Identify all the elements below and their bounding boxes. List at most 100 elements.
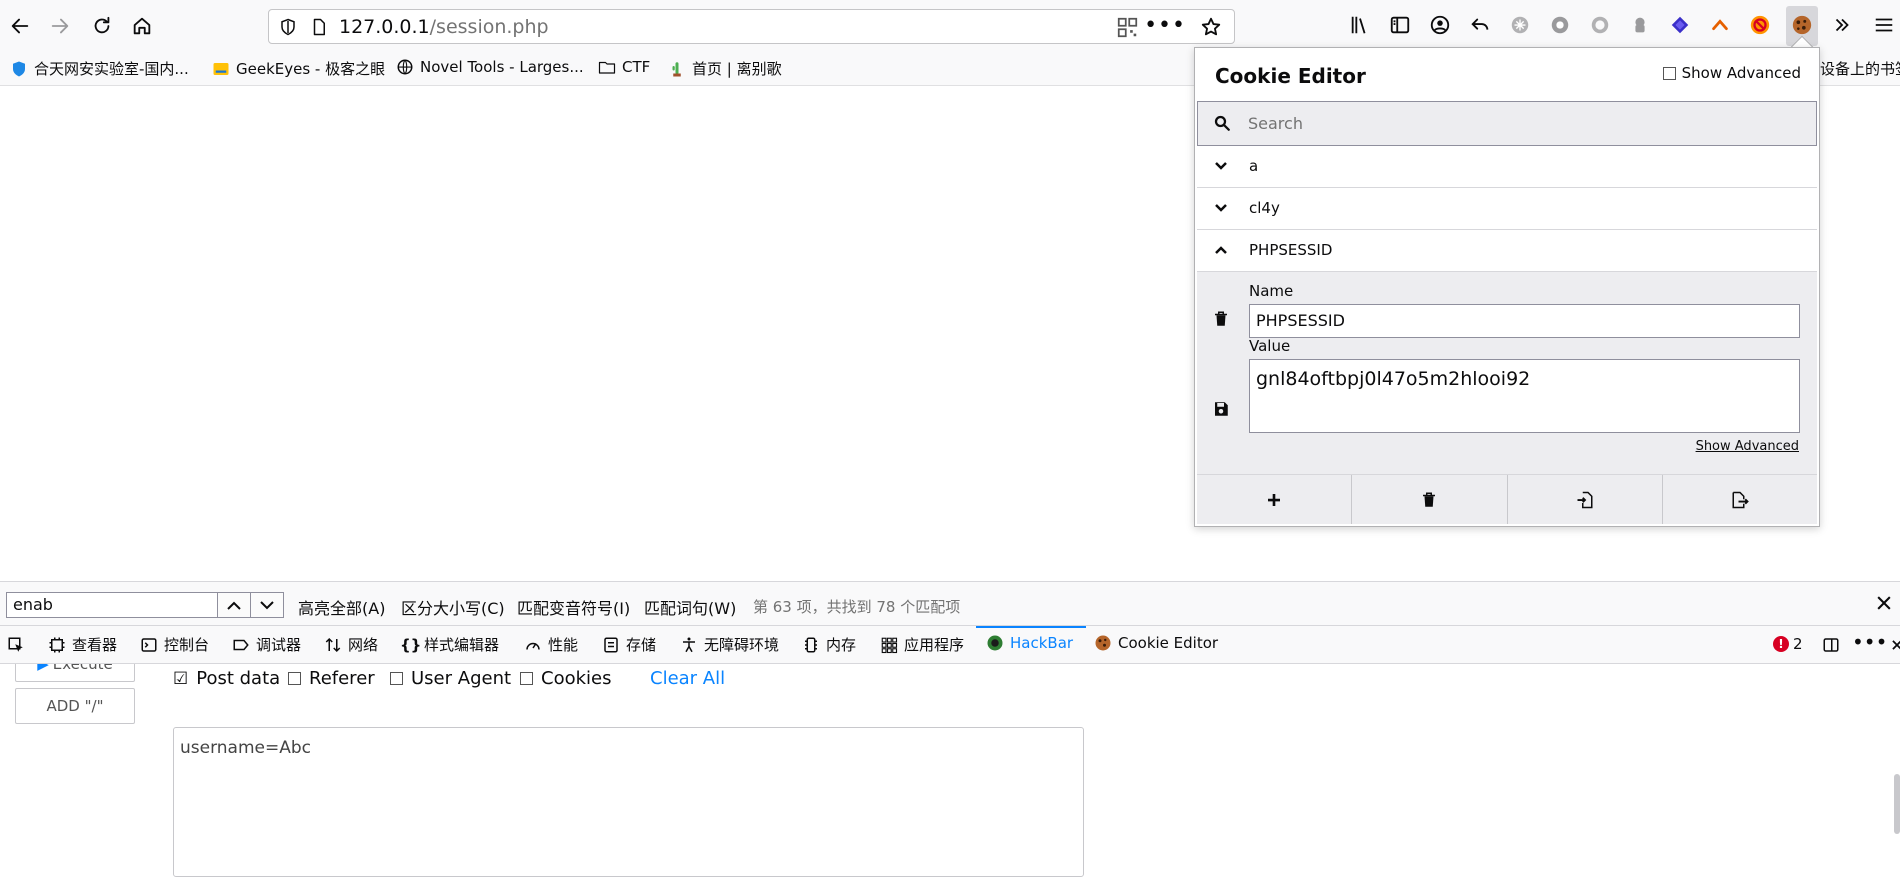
bookmark-geekeyes[interactable]: GeekEyes - 极客之眼 — [212, 58, 385, 79]
match-diacritics-toggle[interactable]: 匹配变音符号(I) — [517, 595, 630, 619]
bookmark-hetian[interactable]: 合天网安实验室-国内... — [10, 58, 189, 79]
hackbar-panel: ▶ Execute ADD "/" ☑ Post data Referer User… — [0, 664, 1900, 891]
library-icon[interactable] — [1348, 13, 1372, 37]
undo-icon[interactable] — [1468, 13, 1492, 37]
error-count-badge[interactable]: ! 2 — [1773, 635, 1803, 653]
find-previous-button[interactable] — [217, 592, 251, 618]
hackbar-icon — [987, 635, 1003, 651]
account-icon[interactable] — [1428, 13, 1452, 37]
show-advanced-toggle[interactable]: Show Advanced — [1662, 64, 1801, 82]
extension-block-icon[interactable] — [1748, 13, 1772, 37]
show-advanced-link[interactable]: Show Advanced — [1696, 439, 1799, 454]
tab-application[interactable]: 应用程序 — [880, 634, 964, 655]
reload-button[interactable] — [84, 8, 120, 44]
tab-hackbar[interactable]: HackBar — [986, 634, 1073, 652]
cookie-name-input[interactable]: PHPSESSID — [1249, 304, 1800, 338]
element-picker-icon[interactable] — [7, 636, 25, 654]
import-button[interactable] — [1508, 475, 1663, 524]
extension-gear-icon[interactable] — [1548, 13, 1572, 37]
add-cookie-button[interactable] — [1197, 475, 1353, 524]
match-case-toggle[interactable]: 区分大小写(C) — [401, 595, 505, 619]
add-slash-button[interactable]: ADD "/" — [15, 688, 135, 724]
close-devtools-icon[interactable] — [1890, 638, 1900, 652]
export-button[interactable] — [1663, 475, 1817, 524]
tab-inspector[interactable]: 查看器 — [48, 634, 117, 655]
page-actions-button[interactable]: ••• — [1144, 13, 1186, 38]
save-cookie-icon[interactable] — [1212, 400, 1230, 418]
chevron-down-icon — [260, 601, 274, 610]
chevron-down-icon — [1215, 204, 1227, 212]
bookmark-star-icon[interactable] — [1200, 16, 1222, 38]
tab-network[interactable]: 网络 — [324, 634, 378, 655]
url-bar[interactable]: 127.0.0.1/session.php ••• — [268, 9, 1235, 44]
tab-performance[interactable]: 性能 — [524, 634, 578, 655]
bookmark-libiege[interactable]: 首页 | 离别歌 — [668, 58, 782, 79]
panel-scrollbar[interactable] — [1894, 774, 1900, 834]
folder-icon — [598, 61, 616, 74]
bookmark-folder-ctf[interactable]: CTF — [598, 58, 650, 76]
option-user-agent[interactable]: User Agent — [390, 668, 511, 689]
tab-label: 调试器 — [256, 636, 302, 654]
page-info-icon[interactable] — [310, 18, 328, 36]
delete-all-button[interactable] — [1352, 475, 1508, 524]
tab-label: 网络 — [348, 636, 379, 654]
extension-circle-icon[interactable] — [1588, 13, 1612, 37]
bookmark-novel-tools[interactable]: Novel Tools - Larges... — [396, 58, 584, 76]
overflow-chevron-icon[interactable] — [1830, 13, 1854, 37]
cookie-editor-toolbar-icon[interactable] — [1790, 13, 1814, 37]
option-cookies[interactable]: Cookies — [520, 668, 611, 689]
find-input[interactable]: enab — [6, 592, 218, 618]
whole-words-toggle[interactable]: 匹配词句(W) — [644, 595, 736, 619]
find-next-button[interactable] — [250, 592, 284, 618]
close-findbar-icon[interactable] — [1874, 593, 1894, 613]
cookie-row-phpsessid[interactable]: PHPSESSID — [1197, 230, 1817, 272]
tab-storage[interactable]: 存储 — [602, 634, 656, 655]
sidebar-icon[interactable] — [1388, 13, 1412, 37]
cookie-name: a — [1249, 157, 1259, 175]
extension-layers-icon[interactable] — [1668, 13, 1692, 37]
option-post-data[interactable]: ☑ Post data — [173, 668, 280, 689]
cookie-value-input[interactable]: gnl84oftbpj0l47o5m2hlooi92 — [1249, 359, 1800, 433]
find-bar: enab 高亮全部(A) 区分大小写(C) 匹配变音符号(I) 匹配词句(W) … — [0, 581, 1900, 626]
tab-console[interactable]: 控制台 — [140, 634, 209, 655]
clear-all-link[interactable]: Clear All — [650, 668, 725, 689]
cookie-row-a[interactable]: a — [1197, 146, 1817, 188]
bookmark-label: CTF — [622, 58, 651, 76]
storage-icon — [604, 637, 618, 652]
tab-style-editor[interactable]: {} 样式编辑器 — [400, 634, 499, 655]
cookies-checkbox[interactable] — [520, 672, 533, 685]
qr-code-icon[interactable] — [1117, 17, 1138, 38]
home-button[interactable] — [124, 8, 160, 44]
user-agent-checkbox[interactable] — [390, 672, 403, 685]
url-text[interactable]: 127.0.0.1/session.php — [339, 16, 549, 38]
tab-memory[interactable]: 内存 — [802, 634, 856, 655]
back-button[interactable] — [2, 8, 38, 44]
highlight-all-toggle[interactable]: 高亮全部(A) — [298, 595, 385, 619]
devtools-menu-button[interactable]: ••• — [1852, 630, 1887, 654]
show-advanced-checkbox[interactable] — [1662, 66, 1676, 80]
option-referer[interactable]: Referer — [288, 668, 375, 689]
execute-button[interactable]: ▶ Execute — [15, 664, 135, 682]
menu-hamburger-icon[interactable] — [1872, 13, 1896, 37]
delete-cookie-icon[interactable] — [1212, 310, 1230, 328]
tab-label: 控制台 — [164, 636, 210, 654]
referer-checkbox[interactable] — [288, 672, 301, 685]
back-arrow-icon — [11, 18, 29, 34]
extension-snowflake-icon[interactable] — [1508, 13, 1532, 37]
tracking-shield-icon[interactable] — [279, 18, 297, 36]
error-count: 2 — [1793, 635, 1803, 653]
extension-ghost-icon[interactable] — [1628, 13, 1652, 37]
cookie-search-field[interactable]: Search — [1197, 101, 1817, 146]
forward-button[interactable] — [42, 8, 78, 44]
cookie-row-cl4y[interactable]: cl4y — [1197, 188, 1817, 230]
tab-cookie-editor[interactable]: Cookie Editor — [1094, 634, 1218, 652]
dock-side-icon[interactable] — [1822, 636, 1840, 654]
post-data-checkbox[interactable]: ☑ — [173, 669, 188, 689]
cookie-detail-panel: Name PHPSESSID Value gnl84oftbpj0l47o5m2… — [1197, 272, 1817, 474]
tab-accessibility[interactable]: 无障碍环境 — [680, 634, 779, 655]
tab-debugger[interactable]: 调试器 — [232, 634, 301, 655]
post-data-textarea[interactable]: username=Abc — [173, 727, 1084, 877]
extension-caret-icon[interactable] — [1708, 13, 1732, 37]
debugger-icon — [233, 639, 249, 650]
browser-toolbar: 127.0.0.1/session.php ••• — [0, 0, 1900, 52]
